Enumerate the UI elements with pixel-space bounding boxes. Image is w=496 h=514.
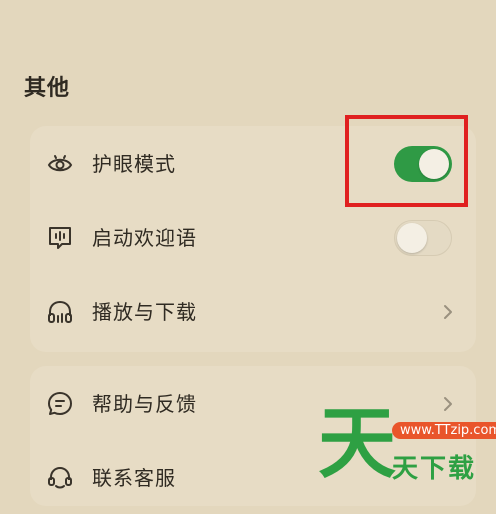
highlight-box [345,115,468,207]
feedback-icon [48,392,72,415]
setting-label: 护眼模式 [92,152,176,176]
welcome-message-toggle[interactable] [394,220,452,256]
setting-label: 帮助与反馈 [92,392,197,416]
watermark: 天 www.TTzip.com 天下载 [318,404,496,486]
setting-label: 播放与下载 [92,300,197,324]
section-title: 其他 [24,76,71,101]
setting-welcome-message[interactable]: 启动欢迎语 [30,200,476,274]
headphones-icon [48,300,72,323]
watermark-url: www.TTzip.com [392,422,496,439]
watermark-text: 天下载 [392,454,477,484]
setting-label: 联系客服 [92,466,176,490]
setting-play-download[interactable]: 播放与下载 [30,274,476,348]
toggle-knob [397,223,427,253]
chevron-right-icon [444,305,452,319]
chat-bubble-icon [49,227,71,249]
watermark-logo-char: 天 [318,399,397,489]
customer-service-icon [48,466,72,489]
setting-label: 启动欢迎语 [92,226,197,250]
eye-icon [47,155,73,172]
